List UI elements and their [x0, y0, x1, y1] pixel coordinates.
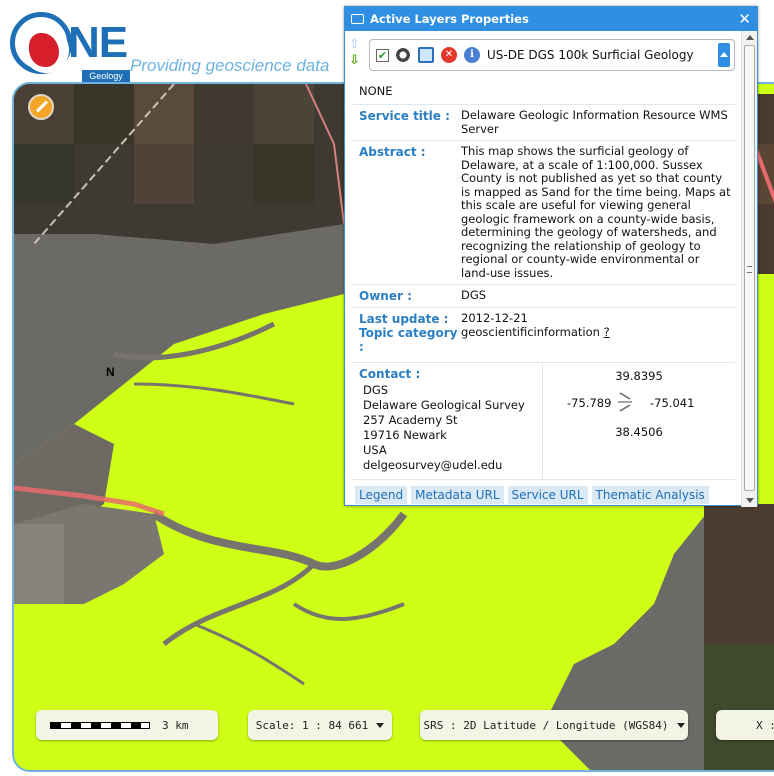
river-channel: [151, 510, 408, 571]
contact-line: Delaware Geological Survey: [363, 398, 525, 412]
panel-tabs: Legend Metadata URL Service URL Thematic…: [351, 480, 735, 504]
layer-selector[interactable]: ✔ ✕ i US-DE DGS 100k Surficial Geology: [369, 39, 735, 71]
delete-icon[interactable]: ✕: [441, 47, 457, 63]
close-icon[interactable]: ✕: [738, 10, 751, 28]
contact-label: Contact :: [359, 367, 421, 381]
topic-value: geoscientificinformation ?: [461, 325, 735, 354]
srs-value: SRS : 2D Latitude / Longitude (WGS84): [423, 718, 669, 732]
compass-icon[interactable]: [28, 94, 54, 120]
bounding-box: 39.8395 -75.789 -75.041 38.4506: [543, 363, 735, 479]
tab-service-url[interactable]: Service URL: [507, 486, 588, 504]
contact-section: Contact : DGS Delaware Geological Survey…: [351, 362, 735, 480]
scalebar-graphic: [50, 721, 150, 729]
topic-help-link[interactable]: ?: [604, 325, 610, 339]
bbox-arrows-icon: [618, 392, 632, 412]
reorder-arrows: ⇧ ⇩: [349, 37, 363, 77]
bbox-north: 39.8395: [615, 369, 663, 383]
last-update-row: Last update : 2012-12-21: [351, 308, 735, 326]
contact-details: Contact : DGS Delaware Geological Survey…: [351, 363, 543, 479]
service-title-row: Service title : Delaware Geologic Inform…: [351, 105, 735, 140]
contact-line: 257 Academy St: [363, 413, 458, 427]
layer-style: NONE: [359, 84, 393, 98]
place-label: N: [106, 365, 115, 379]
scalebar-label: 3 km: [162, 718, 189, 732]
panel-titlebar[interactable]: Active Layers Properties ✕: [345, 7, 757, 31]
scale-selector[interactable]: Scale: 1 : 84 661: [248, 710, 392, 740]
bbox-south: 38.4506: [615, 425, 663, 439]
scale-value: Scale: 1 : 84 661: [255, 718, 369, 732]
last-update-label: Last update :: [359, 312, 449, 326]
scalebar: 3 km: [36, 710, 218, 740]
tab-legend[interactable]: Legend: [355, 486, 408, 504]
last-update-value: 2012-12-21: [461, 311, 528, 325]
layer-properties: NONE Service title : Delaware Geologic I…: [351, 79, 735, 504]
topic-label: Topic category :: [359, 326, 458, 354]
logo-subtitle: Geology: [82, 70, 130, 82]
owner-value: DGS: [461, 288, 487, 302]
coordinate-x-label: X :: [756, 718, 774, 732]
layer-name: US-DE DGS 100k Surficial Geology: [487, 48, 694, 62]
panel-scrollbar[interactable]: [741, 31, 757, 507]
scroll-up-icon[interactable]: [746, 35, 754, 40]
chevron-down-icon: [676, 722, 685, 728]
app-root: { "header": { "logo_text": "NE", "logo_s…: [0, 0, 774, 776]
srs-selector[interactable]: SRS : 2D Latitude / Longitude (WGS84): [420, 710, 688, 740]
move-up-icon[interactable]: ⇧: [349, 37, 363, 53]
abstract-row: Abstract : This map shows the surficial …: [351, 141, 735, 284]
zoom-to-extent-icon[interactable]: [418, 47, 434, 63]
water-overlay: [14, 224, 344, 464]
owner-row: Owner : DGS: [351, 285, 735, 307]
tab-metadata-url[interactable]: Metadata URL: [411, 486, 504, 504]
owner-label: Owner :: [359, 289, 412, 303]
topic-text: geoscientificinformation: [461, 325, 600, 339]
coordinate-readout: X :: [716, 710, 774, 740]
info-icon[interactable]: i: [464, 47, 480, 63]
onegeology-logo[interactable]: NE Geology: [10, 10, 130, 82]
topic-row: Topic category : geoscientificinformatio…: [351, 325, 735, 358]
panel-title: Active Layers Properties: [370, 12, 529, 26]
contact-line: USA: [363, 443, 387, 457]
service-title-label: Service title :: [359, 109, 450, 123]
active-layers-panel: Active Layers Properties ✕ ⇧ ⇩ ✔ ✕ i US-…: [344, 6, 758, 507]
bbox-west: -75.789: [567, 396, 612, 410]
abstract-label: Abstract :: [359, 145, 426, 159]
tab-thematic-analysis[interactable]: Thematic Analysis: [591, 486, 709, 504]
tagline: Providing geoscience data: [130, 56, 330, 75]
contact-line: DGS: [363, 383, 389, 397]
bbox-east: -75.041: [650, 396, 695, 410]
contact-line: 19716 Newark: [363, 428, 447, 442]
settings-icon[interactable]: [395, 47, 411, 63]
contact-email: delgeosurvey@udel.edu: [363, 458, 503, 472]
scroll-down-icon[interactable]: [746, 498, 754, 503]
globe-icon: [10, 12, 72, 74]
logo-text: NE: [68, 18, 128, 67]
abstract-value: This map shows the surficial geology of …: [461, 144, 731, 280]
chevron-down-icon: [376, 722, 385, 728]
layers-icon: [351, 14, 364, 24]
scroll-thumb[interactable]: [744, 45, 755, 491]
service-title-value: Delaware Geologic Information Resource W…: [461, 108, 728, 136]
move-down-icon[interactable]: ⇩: [349, 53, 363, 69]
layer-visibility-checkbox[interactable]: ✔: [376, 48, 389, 62]
dropdown-toggle[interactable]: [718, 43, 730, 67]
